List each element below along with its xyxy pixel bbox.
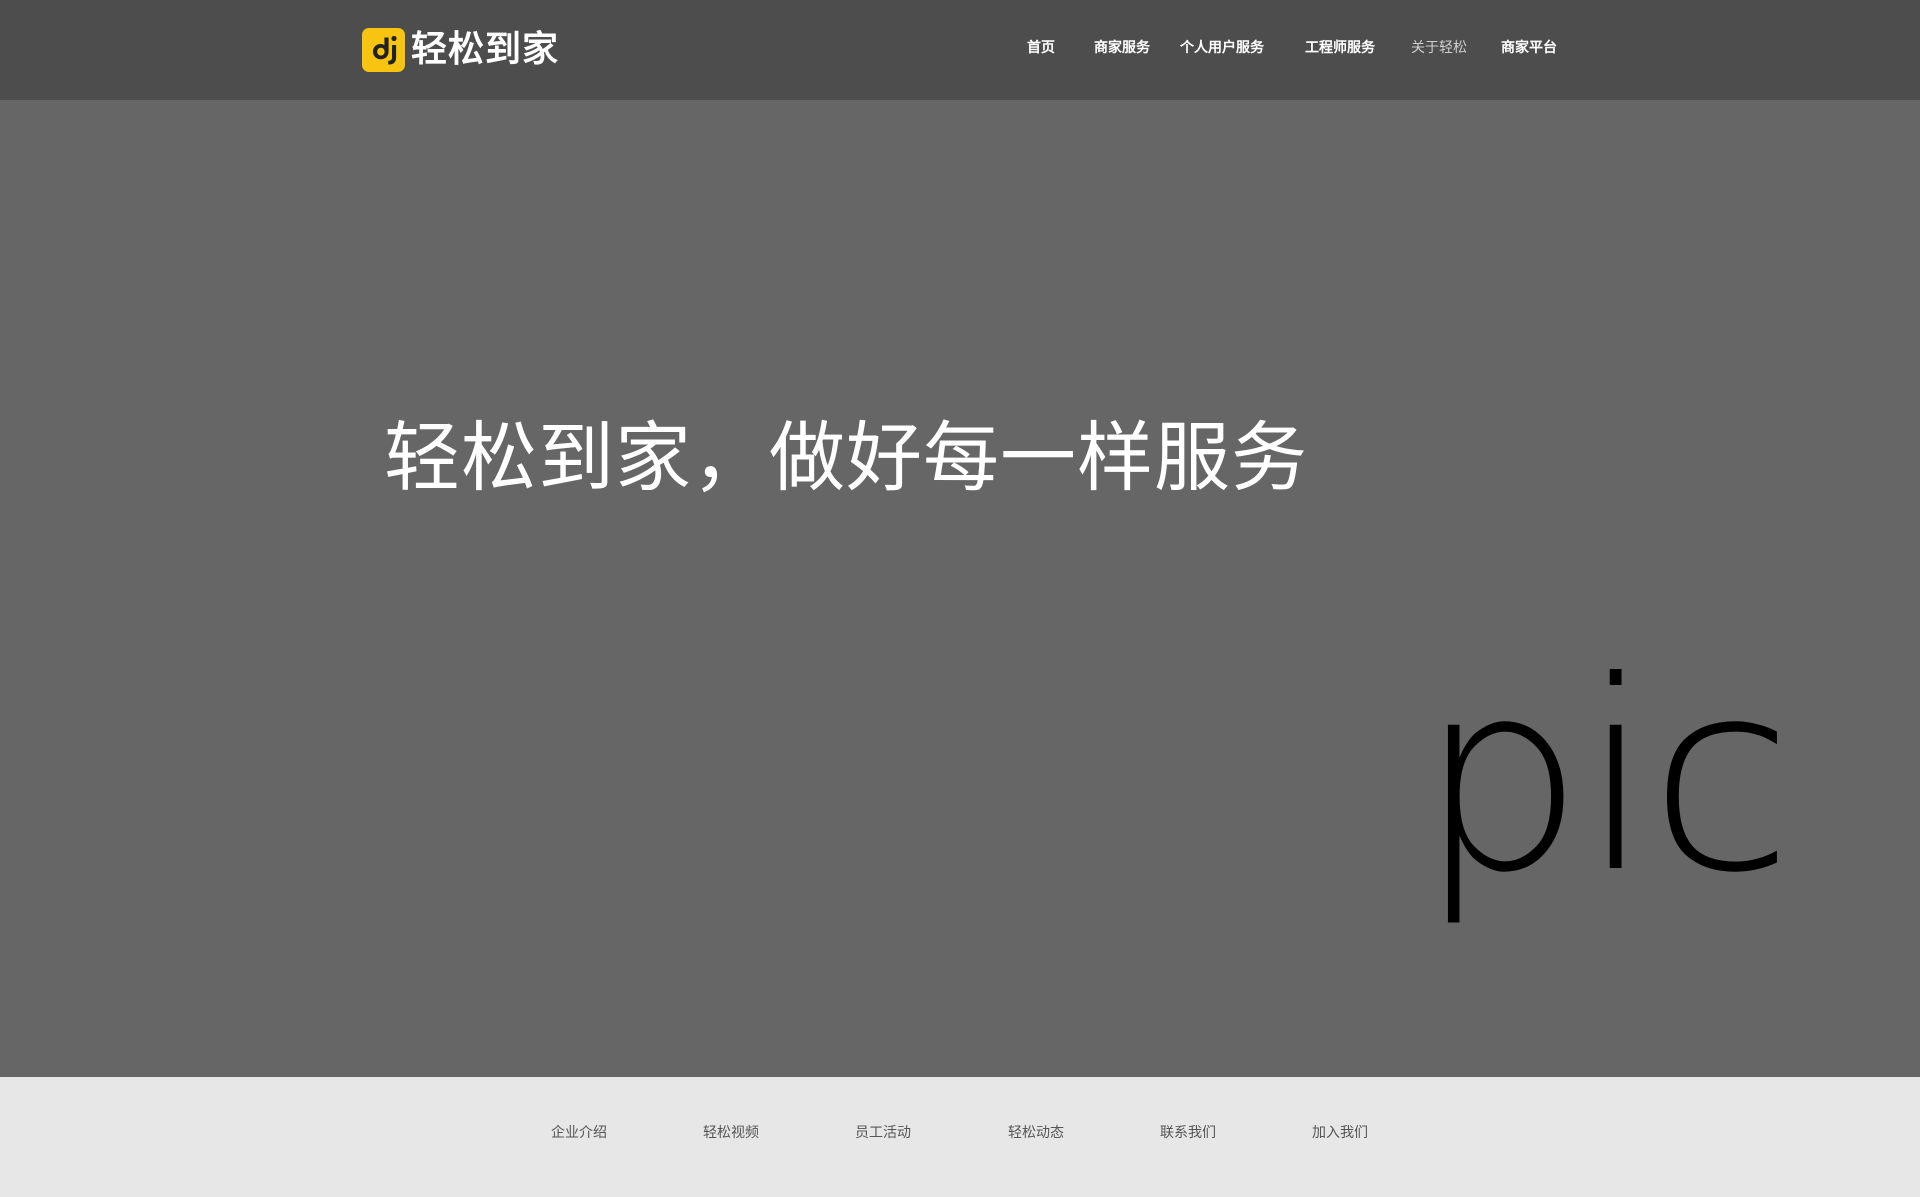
subnav-item-contact[interactable]: 联系我们 [1160,1121,1216,1145]
main-nav: 首页 商家服务 个人用户服务 工程师服务 关于轻松 商家平台 [1020,36,1560,60]
brand-logo[interactable]: 轻松到家 [362,27,559,73]
subnav-item-join-us[interactable]: 加入我们 [1312,1121,1368,1145]
nav-item-about[interactable]: 关于轻松 [1411,36,1467,60]
subnav-item-staff-activities[interactable]: 员工活动 [855,1121,911,1145]
logo-text: 轻松到家 [411,29,560,70]
subnav-item-company-intro[interactable]: 企业介绍 [551,1121,607,1145]
nav-item-personal-services[interactable]: 个人用户服务 [1180,36,1264,60]
hero-image-placeholder: pic [1418,625,1793,930]
nav-item-home[interactable]: 首页 [1027,36,1055,60]
subnav-item-videos[interactable]: 轻松视频 [703,1121,759,1145]
about-subnav: 企业介绍 轻松视频 员工活动 轻松动态 联系我们 加入我们 [0,1077,1920,1197]
hero-banner: 轻松到家，做好每一样服务 pic [0,100,1920,1077]
subnav-item-news[interactable]: 轻松动态 [1008,1121,1064,1145]
hero-title: 轻松到家，做好每一样服务 [384,413,1308,502]
nav-item-merchant-platform[interactable]: 商家平台 [1501,36,1557,60]
nav-item-engineer-services[interactable]: 工程师服务 [1305,36,1375,60]
nav-item-merchant-services[interactable]: 商家服务 [1094,36,1150,60]
top-header: 轻松到家 首页 商家服务 个人用户服务 工程师服务 关于轻松 商家平台 [0,0,1920,100]
logo-mark-icon [362,28,405,72]
